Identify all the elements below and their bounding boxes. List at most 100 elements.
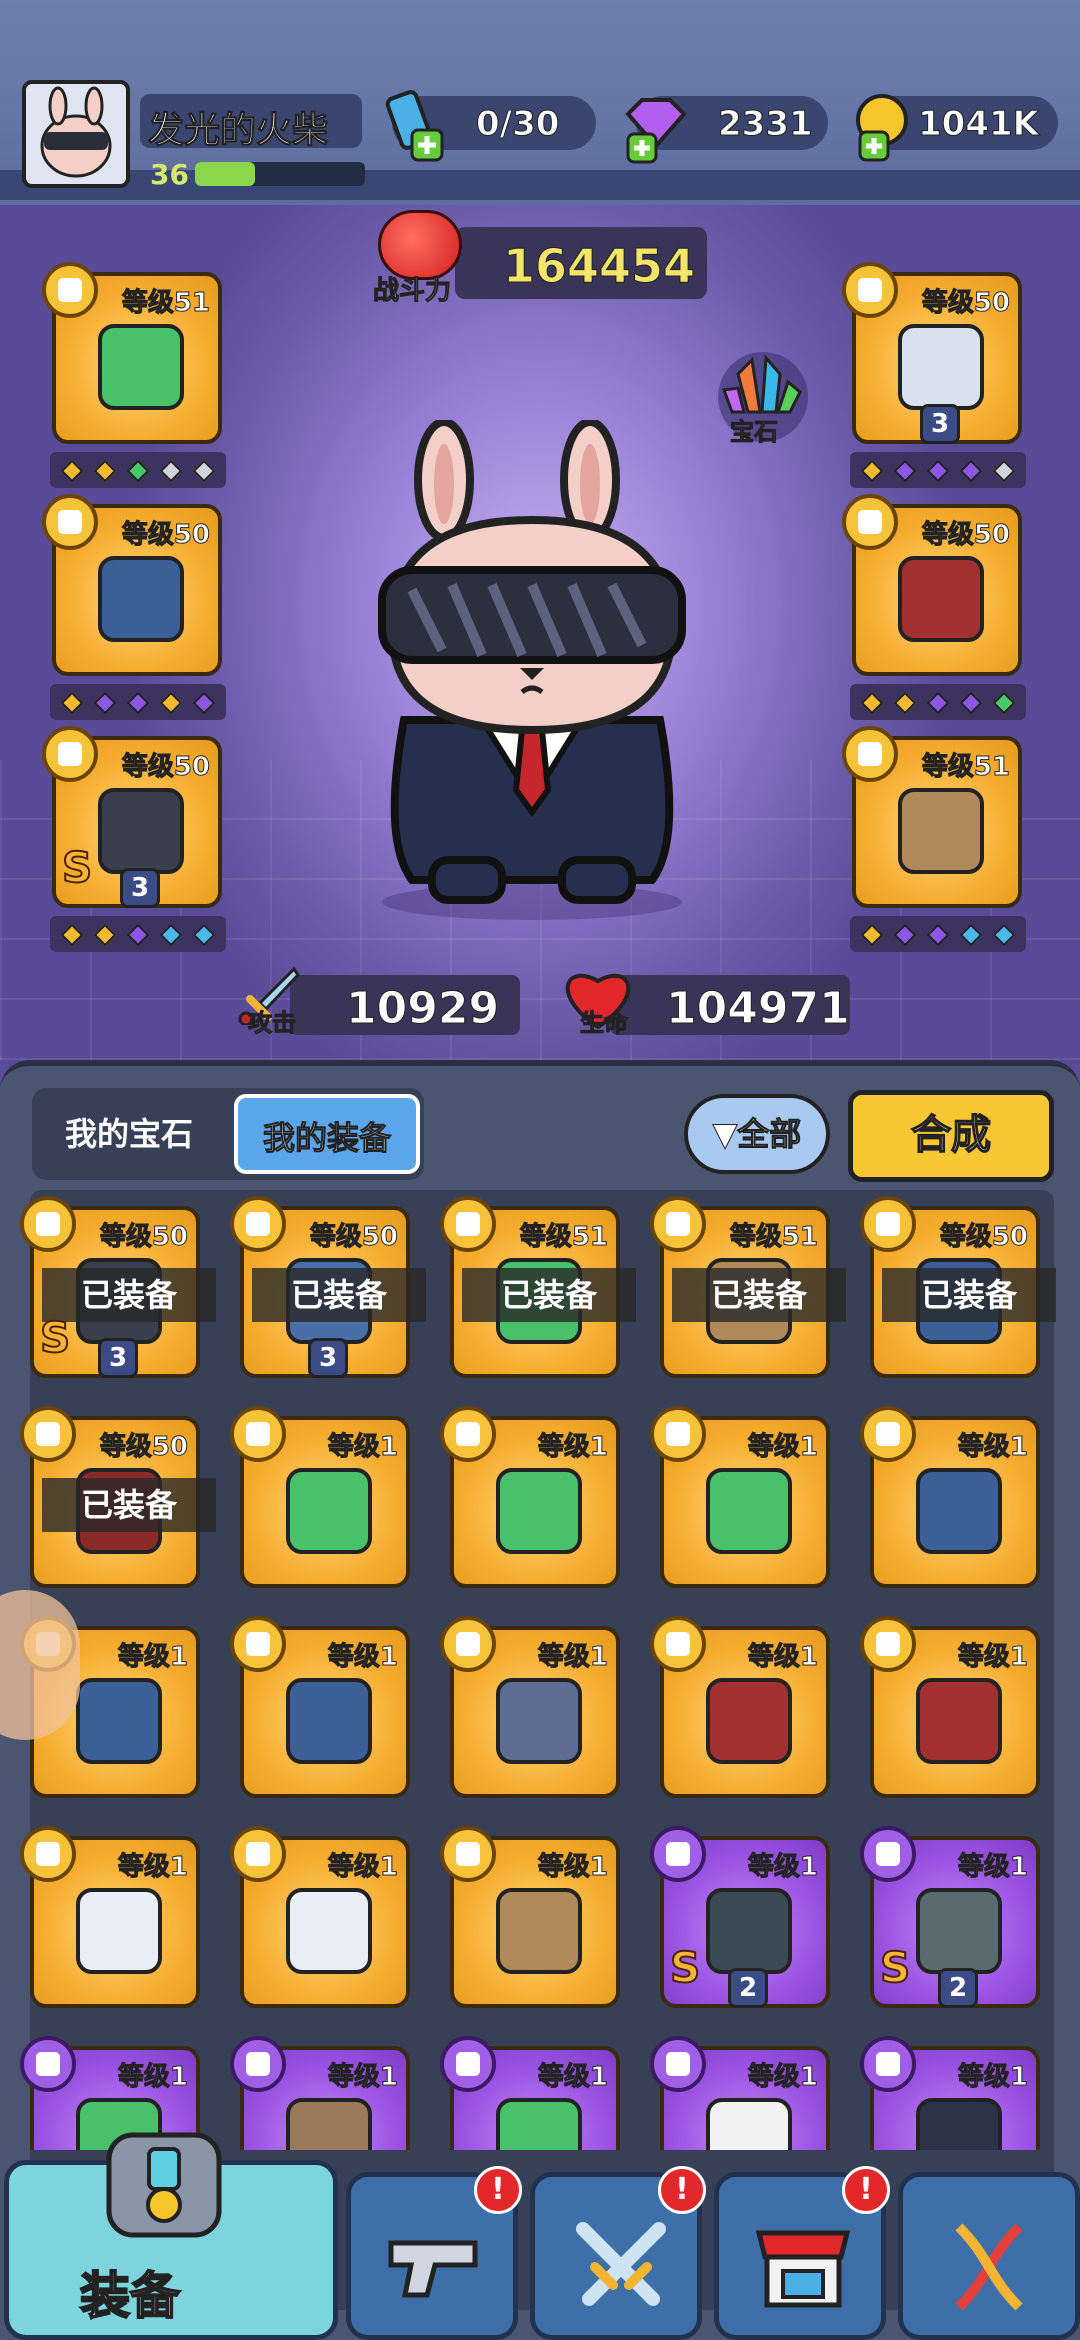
inventory-item[interactable]: 等级50 已装备 xyxy=(20,1406,216,1588)
equipped-label: 已装备 xyxy=(672,1268,846,1322)
inventory-item[interactable]: 等级1 xyxy=(650,1406,830,1588)
item-level: 等级1 xyxy=(747,1852,818,1883)
equipment-item-icon xyxy=(496,2098,582,2150)
item-level: 等级51 xyxy=(729,1222,818,1253)
equipment-item-icon xyxy=(706,1468,792,1554)
nav-weapons-alert: ! xyxy=(474,2166,522,2214)
s-rank-badge: S xyxy=(39,1312,71,1363)
inventory-item[interactable]: 等级1 S 2 xyxy=(650,1826,830,2008)
item-level: 等级1 xyxy=(747,1642,818,1673)
item-type-icon xyxy=(440,1406,496,1462)
equipment-item-icon xyxy=(496,1468,582,1554)
equipment-item-icon xyxy=(916,2098,1002,2150)
equipment-item-icon xyxy=(706,2098,792,2150)
nav-equipment-label: 装备 xyxy=(79,2266,181,2326)
item-type-icon xyxy=(860,1406,916,1462)
item-type-icon xyxy=(860,2036,916,2092)
inventory-item[interactable]: 等级1 S 2 xyxy=(860,1826,1040,2008)
inventory-item[interactable]: 等级1 xyxy=(230,1406,410,1588)
s-rank-badge: S xyxy=(879,1942,911,1993)
inventory-item[interactable]: 等级50 已装备 xyxy=(860,1196,1056,1378)
inventory-item[interactable]: 等级1 xyxy=(230,1616,410,1798)
equipment-item-icon xyxy=(706,1888,792,1974)
item-level: 等级1 xyxy=(957,2062,1028,2093)
equipment-item-icon xyxy=(916,1888,1002,1974)
equipment-item-icon xyxy=(76,1678,162,1764)
inventory-item[interactable]: 等级1 xyxy=(650,2036,830,2150)
item-level: 等级1 xyxy=(327,1852,398,1883)
item-level: 等级1 xyxy=(957,1432,1028,1463)
inventory-item[interactable]: 等级1 xyxy=(440,1616,620,1798)
item-level: 等级1 xyxy=(537,1852,608,1883)
equipment-item-icon xyxy=(496,1888,582,1974)
nav-shop-alert: ! xyxy=(842,2166,890,2214)
inventory-item[interactable]: 等级1 xyxy=(860,1616,1040,1798)
item-type-icon xyxy=(230,1196,286,1252)
inventory-item[interactable]: 等级1 xyxy=(650,1616,830,1798)
item-type-icon xyxy=(20,1406,76,1462)
floating-helper-bubble[interactable] xyxy=(0,1590,80,1740)
inventory-item[interactable]: 等级50 已装备 3 xyxy=(230,1196,426,1378)
item-level: 等级1 xyxy=(117,1642,188,1673)
inventory-item[interactable]: 等级51 已装备 xyxy=(440,1196,636,1378)
item-type-icon xyxy=(230,1616,286,1672)
equipped-label: 已装备 xyxy=(42,1478,216,1532)
equipped-label: 已装备 xyxy=(252,1268,426,1322)
equipment-item-icon xyxy=(286,1678,372,1764)
star-count-badge: 3 xyxy=(98,1338,138,1378)
item-level: 等级1 xyxy=(327,1432,398,1463)
item-level: 等级1 xyxy=(537,1642,608,1673)
item-type-icon xyxy=(650,1196,706,1252)
item-type-icon xyxy=(650,1826,706,1882)
item-level: 等级1 xyxy=(747,2062,818,2093)
inventory-item[interactable]: 等级1 xyxy=(20,1826,200,2008)
pistol-icon xyxy=(388,2240,478,2298)
inventory-item[interactable]: 等级1 xyxy=(440,1406,620,1588)
equipped-label: 已装备 xyxy=(462,1268,636,1322)
nav-battle-alert: ! xyxy=(658,2166,706,2214)
item-level: 等级1 xyxy=(117,1852,188,1883)
item-level: 等级50 xyxy=(99,1222,188,1253)
dna-helix-icon xyxy=(955,2223,1023,2311)
inventory-item[interactable]: 等级51 已装备 xyxy=(650,1196,846,1378)
item-type-icon xyxy=(230,1406,286,1462)
item-level: 等级1 xyxy=(327,2062,398,2093)
item-type-icon xyxy=(440,1196,496,1252)
inventory-item[interactable]: 等级1 xyxy=(230,1826,410,2008)
equipment-item-icon xyxy=(496,1678,582,1764)
item-type-icon xyxy=(440,2036,496,2092)
item-type-icon xyxy=(230,1826,286,1882)
item-type-icon xyxy=(650,2036,706,2092)
star-count-badge: 3 xyxy=(308,1338,348,1378)
item-type-icon xyxy=(20,1196,76,1252)
item-level: 等级50 xyxy=(939,1222,1028,1253)
equipment-item-icon xyxy=(916,1678,1002,1764)
item-level: 等级51 xyxy=(519,1222,608,1253)
item-level: 等级1 xyxy=(957,1852,1028,1883)
inventory-item[interactable]: 等级1 xyxy=(860,2036,1040,2150)
item-level: 等级1 xyxy=(957,1642,1028,1673)
s-rank-badge: S xyxy=(669,1942,701,1993)
equipment-item-icon xyxy=(286,2098,372,2150)
item-type-icon xyxy=(860,1196,916,1252)
equipment-item-icon xyxy=(706,1678,792,1764)
item-type-icon xyxy=(440,1826,496,1882)
equipment-item-icon xyxy=(916,1468,1002,1554)
nav-genes[interactable] xyxy=(898,2172,1080,2340)
inventory-item[interactable]: 等级1 xyxy=(440,1826,620,2008)
item-type-icon xyxy=(650,1616,706,1672)
item-level: 等级1 xyxy=(327,1642,398,1673)
equipment-item-icon xyxy=(286,1468,372,1554)
item-type-icon xyxy=(650,1406,706,1462)
item-type-icon xyxy=(440,1616,496,1672)
inventory-item[interactable]: 等级50 已装备 S 3 xyxy=(20,1196,216,1378)
inventory-item[interactable]: 等级1 xyxy=(860,1406,1040,1588)
star-count-badge: 2 xyxy=(938,1968,978,2008)
inventory-item[interactable]: 等级1 xyxy=(440,2036,620,2150)
inventory-item[interactable]: 等级1 xyxy=(230,2036,410,2150)
equipment-item-icon xyxy=(286,1888,372,1974)
item-level: 等级50 xyxy=(309,1222,398,1253)
item-level: 等级1 xyxy=(747,1432,818,1463)
item-type-icon xyxy=(20,2036,76,2092)
crossed-swords-icon xyxy=(576,2222,666,2306)
